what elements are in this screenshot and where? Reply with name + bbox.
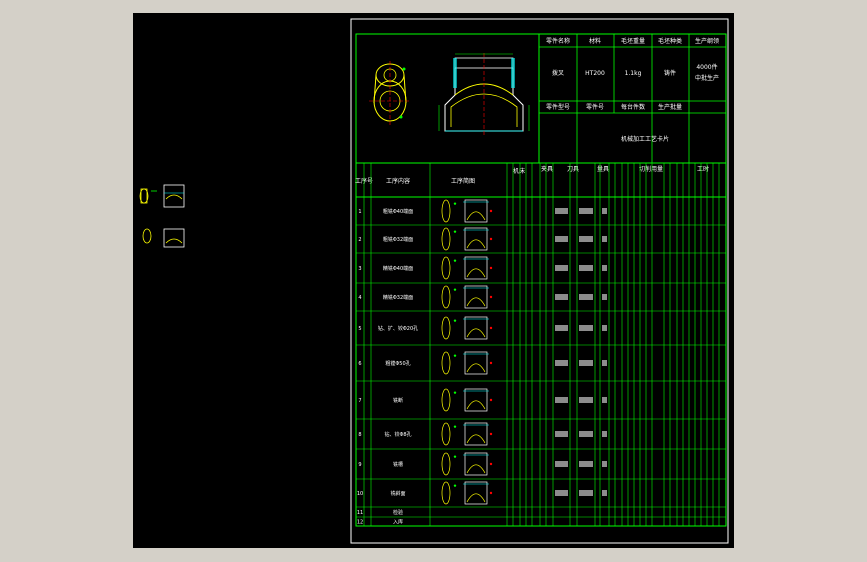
- table-row: 5 钻、扩、铰Φ20孔: [356, 316, 726, 346]
- table-row: 11 检验: [356, 509, 726, 518]
- table-row: 3 精铣Φ40端面: [356, 256, 726, 284]
- op-content: 粗铣Φ32端面: [383, 236, 413, 243]
- header-gauge: 量具: [597, 166, 609, 173]
- op-sketch: [441, 422, 493, 446]
- op-content: 铣斜面: [390, 490, 405, 497]
- op-number: 11: [357, 510, 363, 516]
- value-part-name: 拨叉: [552, 69, 564, 77]
- op-sketch: [441, 285, 493, 309]
- thumbnail-part-bottom: [142, 228, 185, 248]
- op-content: 精铣Φ40端面: [383, 265, 413, 272]
- header-fixture: 夹具: [541, 165, 553, 173]
- op-sketch: [441, 351, 493, 375]
- label-batch-size: 生产批量: [658, 103, 682, 111]
- op-content: 检验: [393, 509, 403, 516]
- op-number: 7: [358, 398, 361, 404]
- op-content: 粗镗Φ50孔: [385, 360, 410, 367]
- value-production-program: 4000件: [696, 63, 717, 71]
- thumbnail-part-top: [139, 184, 185, 208]
- header-op-sketch: 工序简图: [451, 177, 475, 185]
- op-content: 精铣Φ32端面: [383, 294, 413, 301]
- part-top-view: [369, 61, 411, 125]
- label-blank-type: 毛坯种类: [658, 37, 682, 45]
- label-blank-weight: 毛坯重量: [621, 37, 645, 45]
- table-row: 10 铣斜面: [356, 481, 726, 508]
- table-row: 4 精铣Φ32端面: [356, 285, 726, 312]
- op-number: 2: [358, 237, 361, 243]
- op-content: 入库: [393, 519, 403, 526]
- label-part-name: 零件名称: [546, 37, 570, 45]
- op-sketch: [441, 452, 493, 476]
- op-content: 铣槽: [393, 461, 403, 468]
- table-row: 9 铣槽: [356, 452, 726, 480]
- table-row: 8 钻、铰Φ8孔: [356, 422, 726, 450]
- op-content: 钻、扩、铰Φ20孔: [378, 325, 418, 332]
- value-material: HT200: [585, 70, 605, 77]
- table-grid-columns: [363, 163, 720, 526]
- value-production-type: 中批生产: [695, 74, 719, 82]
- label-production-program: 生产纲领: [695, 37, 719, 45]
- op-number: 10: [357, 491, 363, 497]
- op-number: 1: [358, 209, 361, 215]
- op-number: 6: [358, 361, 361, 367]
- op-sketch: [441, 199, 493, 223]
- header-cutting-params: 切削用量: [639, 165, 663, 173]
- op-content: 铣断: [393, 397, 403, 404]
- label-part-model: 零件型号: [546, 103, 570, 111]
- op-content: 粗铣Φ40端面: [383, 208, 413, 215]
- op-number: 5: [358, 326, 361, 332]
- table-row: 6 粗镗Φ50孔: [356, 351, 726, 382]
- operation-rows: 1 粗铣Φ40端面 2 粗铣Φ32端面 3 精铣Φ40端面 4 精铣Φ32端面 5 钻、扩、铰Φ2…: [356, 199, 726, 527]
- value-blank-type: 铸件: [664, 69, 676, 77]
- process-card-title: 机械加工工艺卡片: [621, 135, 669, 143]
- part-section-view: [438, 53, 530, 135]
- header-op-content: 工序内容: [386, 177, 410, 185]
- table-row: 1 粗铣Φ40端面: [356, 199, 726, 226]
- op-number: 3: [358, 266, 361, 272]
- op-sketch: [441, 481, 493, 505]
- header-labels: 零件名称 材料 毛坯重量 毛坯种类 生产纲领 拨叉 HT200 1.1kg 铸件…: [546, 37, 719, 143]
- op-number: 4: [358, 295, 361, 301]
- op-number: 9: [358, 462, 361, 468]
- op-sketch: [441, 388, 493, 412]
- label-per-unit: 每台件数: [621, 103, 645, 111]
- op-sketch: [441, 316, 493, 340]
- op-number: 8: [358, 432, 361, 438]
- label-material: 材料: [589, 37, 601, 45]
- op-sketch: [441, 227, 493, 251]
- table-row: 12 入库: [356, 519, 726, 527]
- op-sketch: [441, 256, 493, 280]
- table-row: 7 铣断: [356, 388, 726, 420]
- value-blank-weight: 1.1kg: [625, 70, 642, 77]
- label-part-number: 零件号: [586, 103, 604, 111]
- process-card-drawing: 零件名称 材料 毛坯重量 毛坯种类 生产纲领 拨叉 HT200 1.1kg 铸件…: [139, 18, 729, 544]
- op-number: 12: [357, 520, 363, 526]
- table-row: 2 粗铣Φ32端面: [356, 227, 726, 254]
- op-content: 钻、铰Φ8孔: [384, 431, 411, 438]
- header-machine: 机床: [513, 167, 525, 175]
- cad-viewport[interactable]: 零件名称 材料 毛坯重量 毛坯种类 生产纲领 拨叉 HT200 1.1kg 铸件…: [133, 13, 734, 548]
